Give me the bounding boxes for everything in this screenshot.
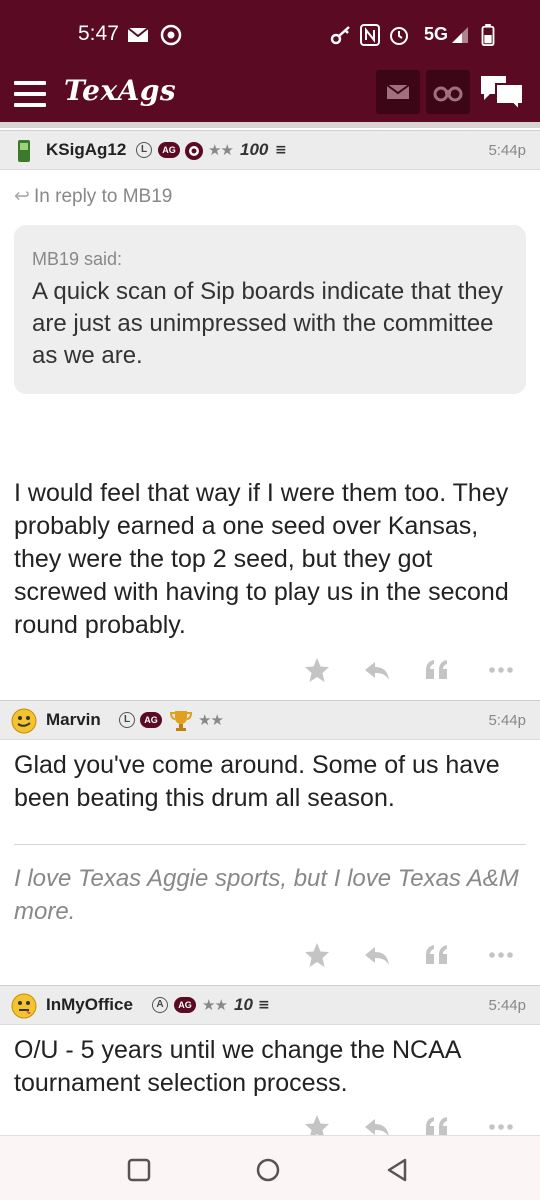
reveille-icon xyxy=(185,142,203,160)
signal-icon xyxy=(452,27,468,43)
post-username[interactable]: Marvin xyxy=(46,710,101,730)
badge-letter: A xyxy=(152,997,168,1013)
post-actions xyxy=(300,655,530,685)
post-header: KSigAg12 L AG ★★ 100 ≡ 5:44p xyxy=(0,130,540,170)
quote-author: MB19 said: xyxy=(32,249,123,269)
reply-to-text: In reply to MB19 xyxy=(34,186,173,207)
star-icon[interactable] xyxy=(302,940,332,970)
recents-button-icon[interactable] xyxy=(125,1156,153,1184)
status-bar: 5:47 5G xyxy=(0,0,540,70)
smiley-avatar-icon[interactable] xyxy=(10,992,38,1020)
star-icon[interactable] xyxy=(302,655,332,685)
reply-to-link[interactable]: ↩ In reply to MB19 xyxy=(14,185,172,208)
star-icon[interactable] xyxy=(302,1112,332,1135)
reply-arrow-icon: ↩ xyxy=(14,186,30,207)
back-button-icon[interactable] xyxy=(383,1156,411,1184)
menu-icon[interactable] xyxy=(14,81,46,109)
post-actions xyxy=(300,1112,530,1135)
badge-letter: L xyxy=(119,712,135,728)
post-score: 10 xyxy=(234,995,253,1014)
post-actions xyxy=(300,940,530,970)
post-time: 5:44p xyxy=(488,712,526,729)
network-type: 5G xyxy=(424,24,449,44)
nfc-status-icon xyxy=(360,24,380,46)
post-score: 100 xyxy=(240,140,269,159)
post-stars: ★★ xyxy=(208,141,234,159)
phone-avatar-icon[interactable] xyxy=(10,137,38,165)
more-icon[interactable] xyxy=(486,940,516,970)
messages-button[interactable] xyxy=(376,70,420,114)
smiley-avatar-icon[interactable] xyxy=(10,707,38,735)
trophy-icon xyxy=(170,711,192,731)
score-bars-icon: ≡ xyxy=(258,997,270,1013)
quote-icon[interactable] xyxy=(422,1112,452,1135)
alarm-status-icon xyxy=(390,27,408,45)
post-body: Glad you've come around. Some of us have… xyxy=(14,751,500,812)
quote-icon[interactable] xyxy=(422,655,452,685)
reply-icon[interactable] xyxy=(362,655,392,685)
signature-divider xyxy=(14,844,526,845)
battery-icon xyxy=(481,24,495,46)
badge-ag: AG xyxy=(174,997,196,1013)
post-body: I would feel that way if I were them too… xyxy=(14,479,509,639)
badge-letter: L xyxy=(136,142,152,158)
score-bars-icon: ≡ xyxy=(275,142,287,158)
chat-icon[interactable] xyxy=(478,72,526,112)
post-stars: ★★ xyxy=(202,996,228,1014)
status-time: 5:47 xyxy=(78,22,119,45)
key-status-icon xyxy=(330,26,350,45)
app-header: TexAgs xyxy=(0,70,540,122)
reply-icon[interactable] xyxy=(362,940,392,970)
badge-ag: AG xyxy=(140,712,162,728)
quote-block: MB19 said: A quick scan of Sip boards in… xyxy=(14,225,526,394)
chrome-status-icon xyxy=(160,24,182,46)
watchlist-button[interactable] xyxy=(426,70,470,114)
post-time: 5:44p xyxy=(488,997,526,1014)
binoculars-icon xyxy=(433,86,463,102)
mail-status-icon xyxy=(127,27,149,42)
quote-text: A quick scan of Sip boards indicate that… xyxy=(32,278,503,369)
header-divider xyxy=(0,122,540,128)
more-icon[interactable] xyxy=(486,1112,516,1135)
post-header: InMyOffice A AG ★★ 10 ≡ 5:44p xyxy=(0,985,540,1025)
post-stars: ★★ xyxy=(198,711,224,729)
post-header: Marvin L AG ★★ 5:44p xyxy=(0,700,540,740)
post-signature: I love Texas Aggie sports, but I love Te… xyxy=(14,865,519,925)
more-icon[interactable] xyxy=(486,655,516,685)
texags-logo[interactable]: TexAgs xyxy=(64,74,176,107)
home-button-icon[interactable] xyxy=(254,1156,282,1184)
quote-icon[interactable] xyxy=(422,940,452,970)
badge-ag: AG xyxy=(158,142,180,158)
envelope-icon xyxy=(386,84,410,99)
post-time: 5:44p xyxy=(488,142,526,159)
post-username[interactable]: InMyOffice xyxy=(46,995,133,1015)
post-body: O/U - 5 years until we change the NCAA t… xyxy=(14,1036,461,1097)
reply-icon[interactable] xyxy=(362,1112,392,1135)
post-username[interactable]: KSigAg12 xyxy=(46,140,126,160)
system-nav-bar xyxy=(0,1135,540,1200)
